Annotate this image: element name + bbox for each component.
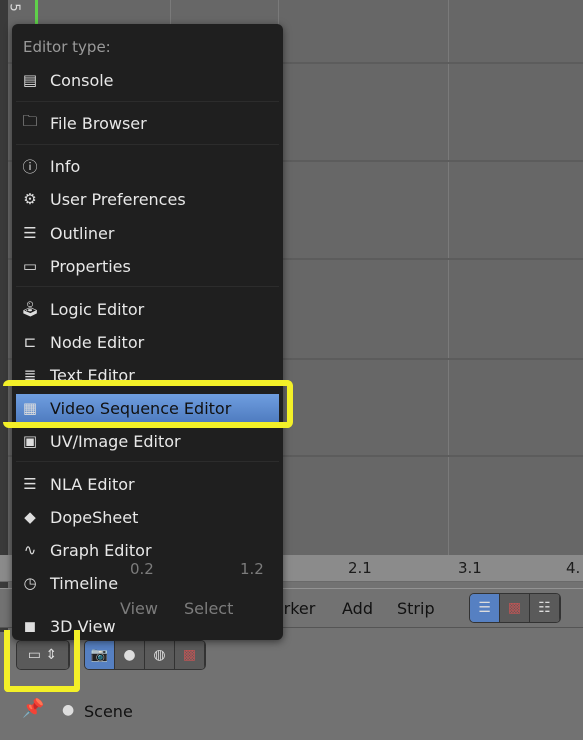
scene-label: Scene [84, 702, 133, 721]
menu-item-label: Graph Editor [50, 540, 152, 560]
console-icon: ▤ [22, 71, 38, 89]
texture-tab-icon[interactable]: ▩ [175, 641, 205, 669]
menu-item-console[interactable]: ▤ Console [16, 66, 279, 94]
menu-item-label: User Preferences [50, 189, 186, 209]
menu-item-nla-editor[interactable]: ☰ NLA Editor [16, 470, 279, 498]
menu-item-label: DopeSheet [50, 507, 139, 527]
tick-label: 2.1 [348, 559, 372, 577]
outliner-icon: ☰ [23, 224, 37, 242]
menu-separator [16, 144, 279, 145]
menu-item-label: 3D View [50, 616, 116, 636]
menu-item-outliner[interactable]: ☰ Outliner [16, 219, 279, 247]
properties-icon: ▭ [22, 257, 38, 275]
menu-strip[interactable]: Strip [397, 599, 435, 618]
menu-add[interactable]: Add [342, 599, 373, 618]
menu-item-logic-editor[interactable]: 🕹 Logic Editor [16, 295, 279, 323]
pin-icon[interactable]: 📌 [22, 698, 44, 719]
menu-item-video-sequence-editor[interactable]: ▦ Video Sequence Editor [16, 394, 279, 422]
menu-item-label: Timeline [50, 573, 119, 593]
menu-title: Editor type: [23, 38, 111, 56]
cube-icon: ◼ [23, 617, 37, 635]
menu-item-label: Properties [50, 256, 131, 276]
menu-item-label: NLA Editor [50, 474, 135, 494]
image-icon: ▣ [22, 432, 38, 450]
tick-label: 1.2 [240, 560, 264, 578]
context-tabs: 📷 ● ◍ ▩ [84, 640, 206, 670]
sequencer-icon: ▦ [22, 399, 38, 417]
scene-tab-icon[interactable]: ● [115, 641, 145, 669]
menu-item-label: File Browser [50, 113, 147, 133]
properties-editor-icon[interactable]: ▭ ⇕ [17, 641, 69, 669]
node-icon: ⊏ [23, 333, 37, 351]
tick-label: 4. [566, 559, 581, 577]
graph-icon: ∿ [23, 541, 37, 559]
menu-item-label: Video Sequence Editor [50, 398, 232, 418]
menu-item-dopesheet[interactable]: ◆ DopeSheet [16, 503, 279, 531]
logic-icon: 🕹 [20, 300, 40, 318]
menu-item-text-editor[interactable]: ≣ Text Editor [16, 361, 279, 389]
scene-icon: ● [62, 702, 75, 718]
editor-type-button[interactable]: ▭ ⇕ [16, 640, 70, 670]
dopesheet-icon: ◆ [24, 508, 36, 526]
info-icon: ⓘ [22, 157, 38, 176]
preview-view-icon[interactable]: ▩ [500, 594, 530, 622]
sequencer-view-icon[interactable]: ☰ [470, 594, 500, 622]
menu-item-node-editor[interactable]: ⊏ Node Editor [16, 328, 279, 356]
menu-item-uv-image-editor[interactable]: ▣ UV/Image Editor [16, 427, 279, 455]
properties-area: ▭ ⇕ 📷 ● ◍ ▩ 📌 ● Scene [0, 632, 583, 740]
menu-item-label: Info [50, 156, 81, 176]
clock-icon: ◷ [23, 574, 37, 592]
menu-separator [16, 461, 279, 462]
menu-separator [16, 101, 279, 102]
menu-select[interactable]: Select [184, 599, 233, 618]
menu-item-label: Console [50, 70, 114, 90]
folder-icon: 🗀 [22, 111, 38, 130]
world-tab-icon[interactable]: ◍ [145, 641, 175, 669]
text-icon: ≣ [23, 366, 37, 384]
channel-number: 5 [6, 3, 22, 12]
channel-strip [0, 0, 8, 740]
menu-item-info[interactable]: ⓘ Info [16, 152, 279, 180]
menu-item-user-preferences[interactable]: ⚙ User Preferences [16, 185, 279, 213]
menu-item-label: Outliner [50, 223, 115, 243]
nla-icon: ☰ [23, 475, 37, 493]
tick-label: 0.2 [130, 560, 154, 578]
menu-item-label: UV/Image Editor [50, 431, 181, 451]
tick-label: 3.1 [458, 559, 482, 577]
editor-type-menu: Editor type: ▤ Console 🗀 File Browser ⓘ Info ⚙… [12, 24, 283, 640]
menu-item-label: Node Editor [50, 332, 145, 352]
render-tab-icon[interactable]: 📷 [85, 641, 115, 669]
menu-item-label: Logic Editor [50, 299, 145, 319]
preferences-icon: ⚙ [23, 190, 37, 208]
view-type-group: ☰ ▩ ☷ [469, 593, 561, 623]
menu-separator [16, 286, 279, 287]
menu-item-file-browser[interactable]: 🗀 File Browser [16, 109, 279, 137]
menu-item-label: Text Editor [50, 365, 135, 385]
menu-view[interactable]: View [120, 599, 158, 618]
sequencer-preview-icon[interactable]: ☷ [530, 594, 560, 622]
menu-item-properties[interactable]: ▭ Properties [16, 252, 279, 280]
